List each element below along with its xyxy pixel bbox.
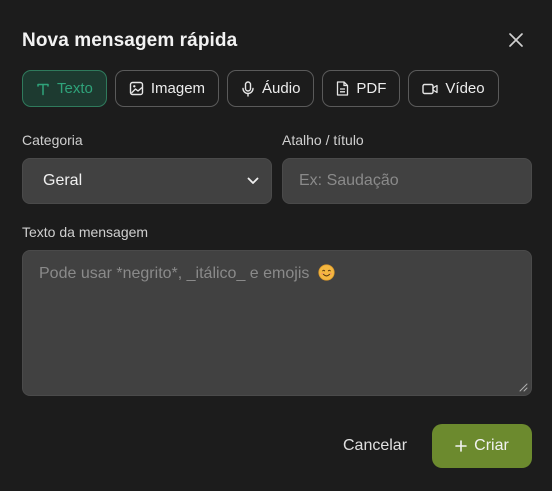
document-icon [337,81,349,96]
dialog-title: Nova mensagem rápida [22,30,238,51]
tab-audio-label: Áudio [262,80,301,97]
close-button[interactable] [504,28,528,52]
create-button[interactable]: Criar [432,424,532,468]
quick-message-dialog: Nova mensagem rápida Texto Imagem Áudio … [0,0,552,491]
text-icon [37,83,49,95]
shortcut-placeholder: Ex: Saudação [299,172,399,189]
tab-text-label: Texto [57,80,93,97]
message-placeholder: Pode usar *negrito*, _itálico_ e emojis [39,265,310,282]
tab-image-label: Imagem [150,80,206,97]
category-select[interactable]: Geral [22,158,272,204]
category-select-value: Geral [43,172,83,189]
tab-audio[interactable]: Áudio [227,70,315,107]
close-icon [509,33,523,47]
smiling-face-icon [318,264,335,281]
chevron-down-icon [247,177,259,184]
tab-video[interactable]: Vídeo [408,70,499,107]
resize-handle-icon[interactable] [518,382,528,392]
cancel-button[interactable]: Cancelar [332,424,418,468]
message-label: Texto da mensagem [22,224,149,240]
image-icon [129,81,144,96]
category-label: Categoria [22,132,83,148]
tab-pdf-label: PDF [356,80,387,97]
tab-text[interactable]: Texto [22,70,107,107]
tab-video-label: Vídeo [445,80,485,97]
plus-icon [455,440,467,452]
tab-pdf[interactable]: PDF [322,70,401,107]
microphone-icon [242,80,254,97]
media-type-tabs: Texto Imagem Áudio PDF Vídeo [22,70,499,107]
shortcut-input[interactable]: Ex: Saudação [282,158,532,204]
shortcut-label: Atalho / título [282,132,364,148]
create-button-label: Criar [474,437,509,454]
message-textarea[interactable]: Pode usar *negrito*, _itálico_ e emojis [22,250,532,396]
video-icon [422,83,439,94]
tab-image[interactable]: Imagem [114,70,220,107]
